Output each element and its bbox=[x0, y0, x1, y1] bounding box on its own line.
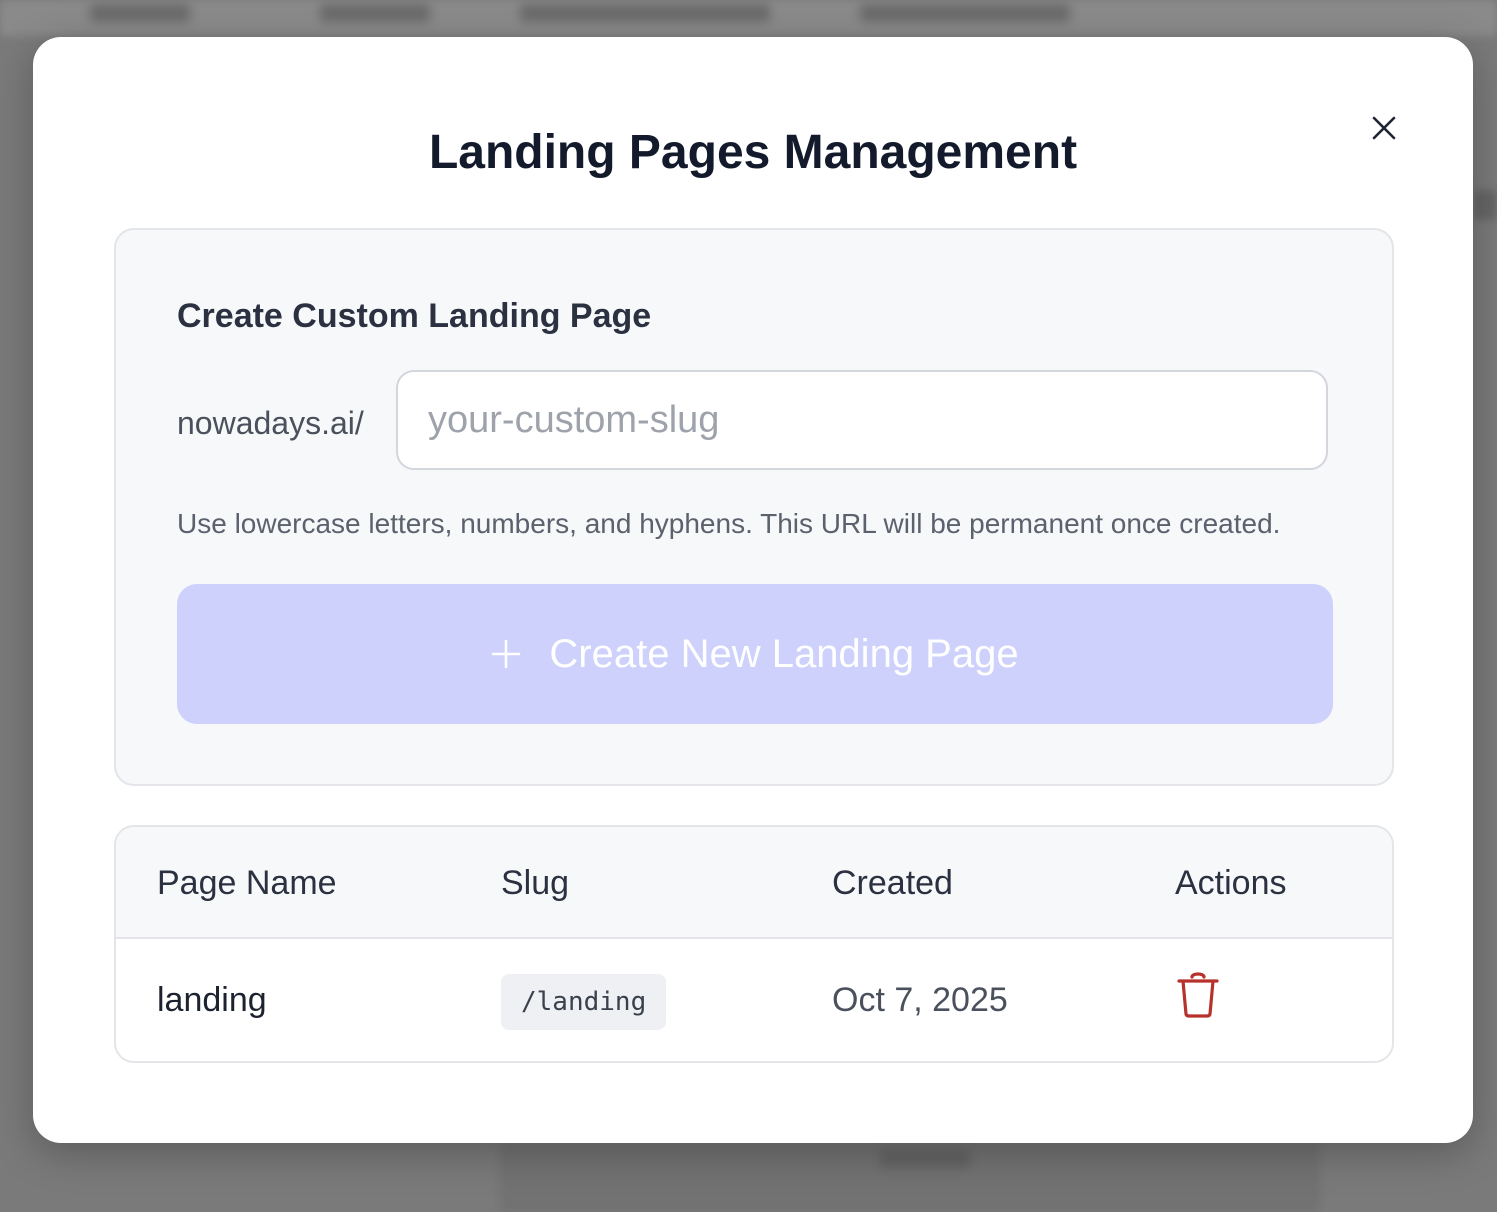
column-header-created: Created bbox=[832, 864, 953, 902]
create-section-heading: Create Custom Landing Page bbox=[177, 297, 652, 335]
landing-pages-table: Page Name Slug Created Actions landing /… bbox=[114, 825, 1394, 1063]
row-slug-badge: /landing bbox=[501, 974, 667, 1030]
table-header: Page Name Slug Created Actions bbox=[116, 827, 1392, 939]
column-header-page-name: Page Name bbox=[157, 864, 337, 902]
landing-pages-modal: Landing Pages Management Create Custom L… bbox=[33, 37, 1473, 1143]
delete-landing-page-button[interactable] bbox=[1176, 969, 1220, 1019]
create-button-label: Create New Landing Page bbox=[549, 631, 1019, 676]
close-button[interactable] bbox=[1369, 113, 1399, 143]
url-prefix: nowadays.ai/ bbox=[177, 405, 364, 441]
create-landing-page-card: Create Custom Landing Page nowadays.ai/ … bbox=[114, 228, 1394, 786]
slug-input[interactable] bbox=[396, 370, 1328, 470]
trash-icon bbox=[1177, 972, 1219, 1018]
column-header-slug: Slug bbox=[501, 864, 570, 902]
row-page-name: landing bbox=[157, 981, 267, 1019]
modal-title: Landing Pages Management bbox=[428, 126, 1078, 179]
plus-icon bbox=[492, 639, 521, 669]
row-created-date: Oct 7, 2025 bbox=[832, 981, 1008, 1019]
close-icon bbox=[1372, 116, 1396, 140]
column-header-actions: Actions bbox=[1175, 864, 1287, 902]
slug-helper-text: Use lowercase letters, numbers, and hyph… bbox=[177, 508, 1281, 539]
create-landing-page-button[interactable]: Create New Landing Page bbox=[177, 584, 1333, 724]
